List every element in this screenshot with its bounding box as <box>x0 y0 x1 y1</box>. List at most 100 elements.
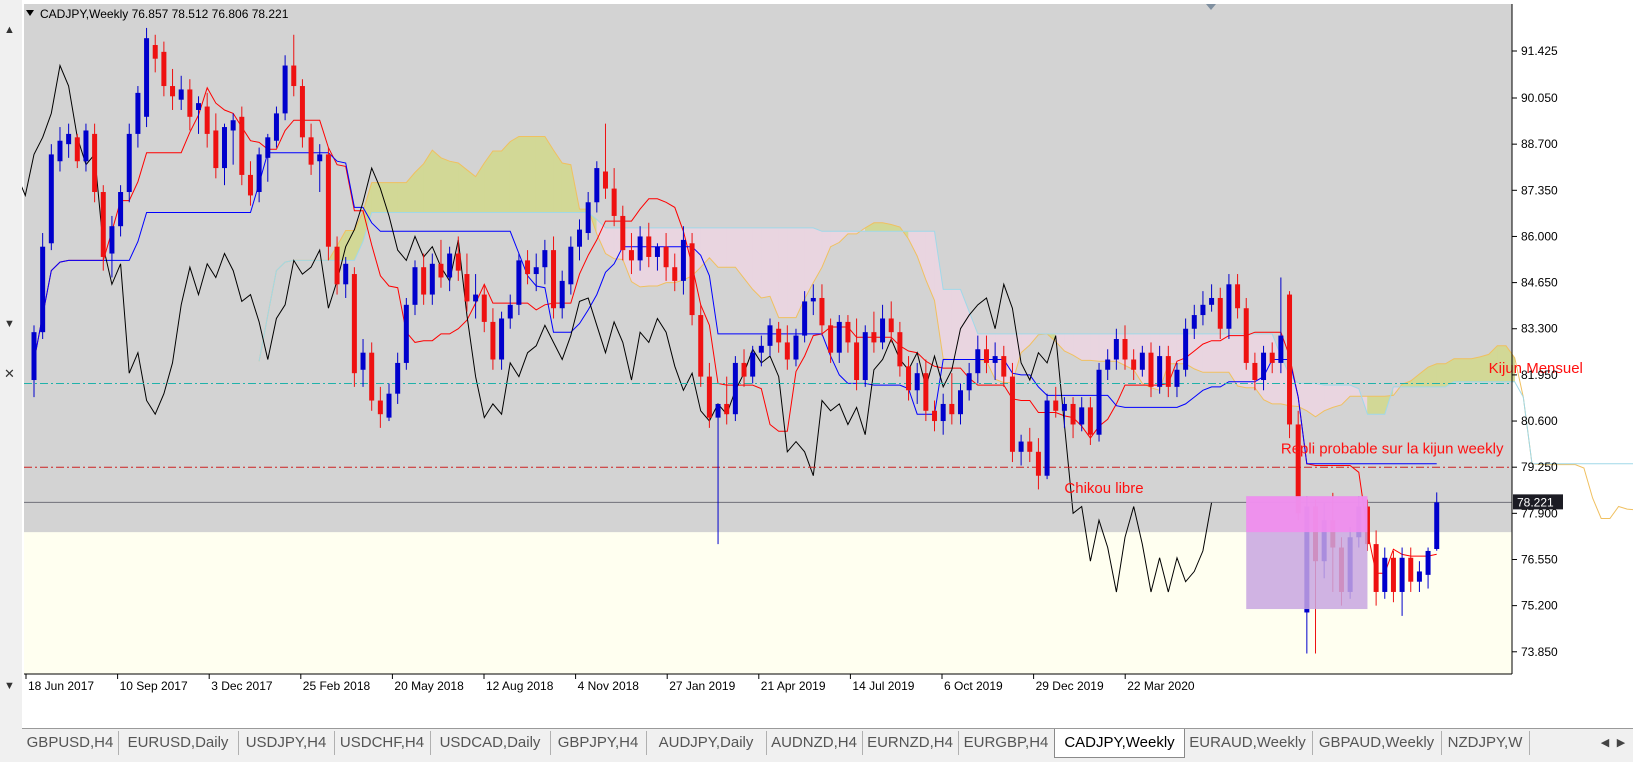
candle-body <box>559 280 565 309</box>
candle-body <box>784 342 790 360</box>
tab-gbpusd-h4[interactable]: GBPUSD,H4 <box>22 731 119 755</box>
candle-body <box>732 362 738 415</box>
kumo-segment <box>535 136 546 213</box>
candle-body <box>464 274 470 302</box>
kumo-segment <box>873 222 883 232</box>
candle-body <box>481 294 487 322</box>
tab-usdjpy-h4[interactable]: USDJPY,H4 <box>238 731 335 755</box>
candle-body <box>48 154 54 244</box>
candle-body <box>1278 335 1284 363</box>
candle-body <box>880 318 886 343</box>
candle-body <box>1287 294 1293 425</box>
tab-eurusd-daily[interactable]: EURUSD,Daily <box>118 731 239 755</box>
kumo-segment <box>1375 396 1386 415</box>
candle-body <box>828 325 834 353</box>
candle-body <box>499 318 505 360</box>
price-tick-label: 73.850 <box>1521 645 1558 659</box>
kumo-segment <box>1479 354 1489 382</box>
candle-body <box>819 297 825 326</box>
candle-body <box>334 246 340 285</box>
kumo-segment <box>388 182 398 213</box>
tab-gbpaud-weekly[interactable]: GBPAUD,Weekly <box>1312 731 1442 755</box>
candle-body <box>1044 400 1050 476</box>
candle-body <box>118 192 124 227</box>
pink-zone <box>1246 496 1368 533</box>
candle-body <box>256 154 262 193</box>
tab-eurgbp-h4[interactable]: EURGBP,H4 <box>958 731 1055 755</box>
tab-euraud-weekly[interactable]: EURAUD,Weekly <box>1183 731 1313 755</box>
candle-body <box>230 120 236 131</box>
kumo-segment <box>561 162 572 213</box>
current-price-label: 78.221 <box>1517 495 1554 509</box>
price-tick-label: 90.050 <box>1521 91 1558 105</box>
candle-body <box>1105 359 1111 370</box>
panel-scroll-up-icon[interactable]: ▲ <box>2 24 17 36</box>
candle-body <box>1096 369 1102 435</box>
candle-body <box>429 263 435 295</box>
candle-body <box>126 133 132 193</box>
tab-cadjpy-weekly[interactable]: CADJPY,Weekly <box>1054 729 1185 758</box>
annotation-label: Chikou libre <box>1064 480 1143 497</box>
time-tick-label: 18 Jun 2017 <box>28 679 94 693</box>
candle-body <box>1079 407 1085 425</box>
candle-body <box>802 301 808 336</box>
candle-body <box>395 362 401 394</box>
candle-body <box>282 65 288 114</box>
tab-nzdjpy-w[interactable]: NZDJPY,W <box>1441 731 1530 755</box>
price-tick-label: 75.200 <box>1521 599 1558 613</box>
kumo-segment <box>380 182 390 213</box>
kumo-segment <box>527 136 537 213</box>
candle-body <box>369 352 375 401</box>
candle-body <box>715 403 721 418</box>
kumo-segment <box>1453 358 1463 382</box>
candle-body <box>403 304 409 363</box>
close-icon[interactable]: ✕ <box>2 366 17 382</box>
tab-audjpy-daily[interactable]: AUDJPY,Daily <box>646 731 767 755</box>
tab-eurnzd-h4[interactable]: EURNZD,H4 <box>862 731 959 755</box>
candle-body <box>1035 451 1041 476</box>
kumo-segment <box>1098 333 1108 362</box>
candle-body <box>940 403 946 422</box>
candle-body <box>1399 557 1405 592</box>
candle-body <box>758 345 764 353</box>
candle-body <box>793 335 799 360</box>
panel-scroll-down-icon[interactable]: ▼ <box>2 680 17 692</box>
candle-body <box>170 86 176 97</box>
candle-body <box>213 130 219 169</box>
candle-body <box>447 253 453 278</box>
candle-body <box>551 250 557 309</box>
candle-body <box>1434 502 1440 549</box>
left-panel-strip: ▲ ▼ ✕ ▼ <box>0 0 23 728</box>
kumo-segment <box>449 160 459 213</box>
kumo-segment <box>726 227 736 268</box>
tab-usdcad-daily[interactable]: USDCAD,Daily <box>430 731 551 755</box>
price-chart[interactable]: Kijun MensuelRepli probable sur la kijun… <box>22 0 1633 728</box>
time-tick-label: 22 Mar 2020 <box>1127 679 1195 693</box>
tab-audnzd-h4[interactable]: AUDNZD,H4 <box>766 731 863 755</box>
time-tick-label: 6 Oct 2019 <box>944 679 1003 693</box>
candle-body <box>654 246 660 257</box>
kumo-segment <box>752 227 762 299</box>
panel-scroll-down-icon[interactable]: ▼ <box>2 318 17 330</box>
kumo-segment <box>440 157 450 213</box>
candle-body <box>455 253 461 271</box>
candle-body <box>204 106 210 134</box>
candle-body <box>196 103 202 110</box>
kumo-segment <box>1194 333 1204 373</box>
kumo-segment <box>397 182 407 213</box>
triangle-right-icon[interactable]: ▶ <box>1614 733 1628 753</box>
kumo-segment <box>1323 384 1334 412</box>
candle-body <box>1252 362 1258 381</box>
candle-body <box>325 154 331 247</box>
candle-body <box>343 263 349 285</box>
candle-body <box>966 373 972 391</box>
kumo-segment <box>778 227 788 318</box>
kumo-segment <box>1081 333 1091 361</box>
tab-gbpjpy-h4[interactable]: GBPJPY,H4 <box>550 731 647 755</box>
triangle-left-icon[interactable]: ◀ <box>1598 733 1612 753</box>
kumo-segment <box>501 140 511 213</box>
candle-body <box>1416 571 1422 582</box>
kumo-segment <box>1471 356 1481 382</box>
time-tick-label: 4 Nov 2018 <box>578 679 640 693</box>
tab-usdchf-h4[interactable]: USDCHF,H4 <box>334 731 431 755</box>
